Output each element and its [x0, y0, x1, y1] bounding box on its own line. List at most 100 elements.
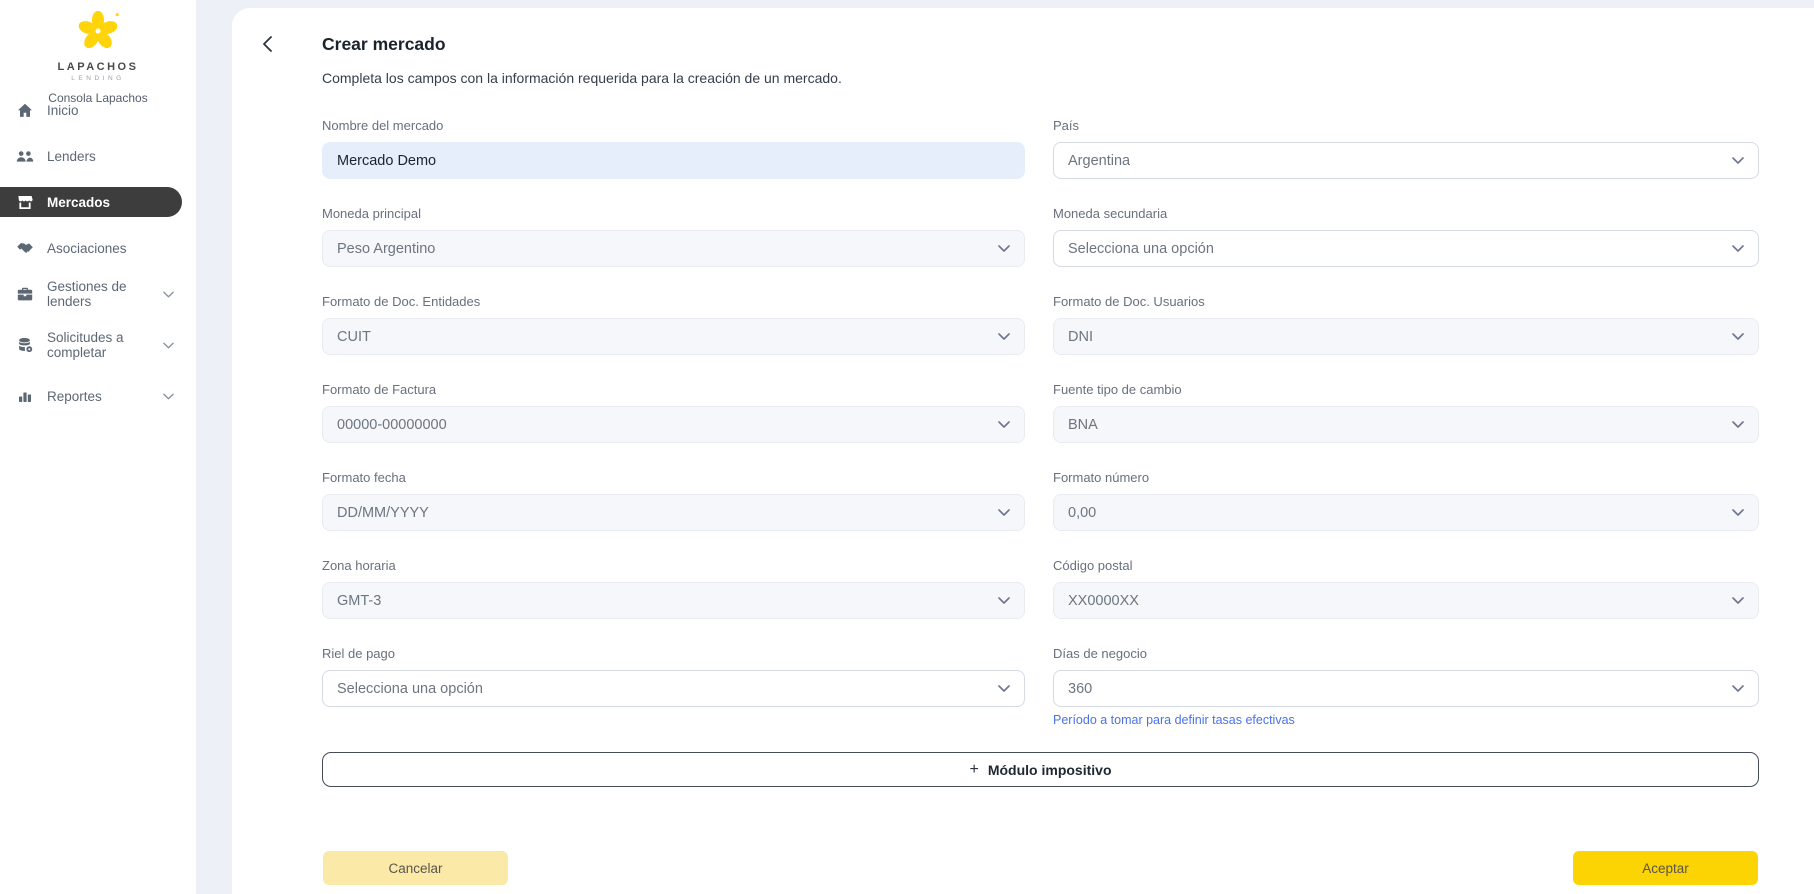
sidebar-item-asociaciones[interactable]: Asociaciones	[0, 233, 196, 263]
formato-de-doc-entidades-select[interactable]: CUIT	[322, 318, 1025, 355]
field-label: País	[1053, 118, 1759, 134]
sidebar-item-label: Gestiones de lenders	[47, 279, 150, 309]
add-tax-module-button[interactable]: + Módulo impositivo	[322, 752, 1759, 787]
field-value: Selecciona una opción	[337, 681, 483, 697]
accept-button[interactable]: Aceptar	[1573, 851, 1758, 885]
sidebar-item-label: Mercados	[47, 195, 110, 210]
moneda-principal-select[interactable]: Peso Argentino	[322, 230, 1025, 267]
field-label: Formato de Factura	[322, 382, 1025, 398]
fuente-tipo-de-cambio-select[interactable]: BNA	[1053, 406, 1759, 443]
field-value: 360	[1068, 681, 1092, 697]
sidebar-item-lenders[interactable]: Lenders	[0, 141, 196, 171]
chevron-down-icon	[1732, 143, 1744, 178]
field-label: Nombre del mercado	[322, 118, 1025, 134]
field-label: Formato de Doc. Entidades	[322, 294, 1025, 310]
sidebar-item-mercados[interactable]: Mercados	[0, 187, 182, 217]
field-label: Formato fecha	[322, 470, 1025, 486]
field-label: Formato número	[1053, 470, 1759, 486]
field-label: Código postal	[1053, 558, 1759, 574]
chevron-down-icon	[1732, 583, 1744, 618]
briefcase-icon	[16, 286, 34, 302]
sidebar-item-solicitudes-a-completar[interactable]: Solicitudes a completar	[0, 330, 196, 360]
brand-logo: LAPACHOS LENDING Consola Lapachos	[0, 0, 196, 105]
nombre-del-mercado-input[interactable]: Mercado Demo	[322, 142, 1025, 179]
codigo-postal-select[interactable]: XX0000XX	[1053, 582, 1759, 619]
field-value: CUIT	[337, 329, 371, 345]
field-formato-numero: Formato número 0,00	[1053, 470, 1759, 531]
add-tax-module-label: Módulo impositivo	[988, 762, 1112, 778]
brand-name: LAPACHOS	[0, 61, 196, 73]
sidebar-item-label: Solicitudes a completar	[47, 330, 150, 360]
flower-icon	[75, 41, 121, 58]
dias-de-negocio-select[interactable]: 360	[1053, 670, 1759, 707]
field-value: Argentina	[1068, 153, 1130, 169]
field-label: Riel de pago	[322, 646, 1025, 662]
sidebar-item-label: Asociaciones	[47, 241, 127, 256]
field-value: XX0000XX	[1068, 593, 1139, 609]
sidebar-item-label: Inicio	[47, 103, 79, 118]
market-form: Nombre del mercado Mercado Demo País Arg…	[322, 118, 1759, 727]
chevron-down-icon	[163, 393, 196, 400]
formato-fecha-select[interactable]: DD/MM/YYYY	[322, 494, 1025, 531]
cancel-button[interactable]: Cancelar	[323, 851, 508, 885]
chevron-down-icon	[998, 231, 1010, 266]
brand-tagline: LENDING	[0, 75, 196, 82]
field-formato-de-factura: Formato de Factura 00000-00000000	[322, 382, 1025, 443]
sidebar-item-gestiones-de-lenders[interactable]: Gestiones de lenders	[0, 279, 196, 309]
field-fuente-tipo-de-cambio: Fuente tipo de cambio BNA	[1053, 382, 1759, 443]
formato-de-factura-select[interactable]: 00000-00000000	[322, 406, 1025, 443]
field-label: Moneda principal	[322, 206, 1025, 222]
formato-de-doc-usuarios-select[interactable]: DNI	[1053, 318, 1759, 355]
field-value: Mercado Demo	[337, 153, 436, 169]
chevron-down-icon	[1732, 671, 1744, 706]
create-market-panel: Crear mercado Completa los campos con la…	[232, 8, 1814, 894]
formato-numero-select[interactable]: 0,00	[1053, 494, 1759, 531]
chevron-left-icon	[263, 36, 272, 55]
home-icon	[16, 102, 34, 118]
chevron-down-icon	[1732, 231, 1744, 266]
chevron-down-icon	[998, 671, 1010, 706]
field-riel-de-pago: Riel de pago Selecciona una opción	[322, 646, 1025, 727]
field-value: DD/MM/YYYY	[337, 505, 429, 521]
field-nombre-del-mercado: Nombre del mercado Mercado Demo	[322, 118, 1025, 179]
riel-de-pago-select[interactable]: Selecciona una opción	[322, 670, 1025, 707]
database-icon	[16, 337, 34, 353]
chevron-down-icon	[998, 319, 1010, 354]
sidebar-item-label: Lenders	[47, 149, 96, 164]
field-label: Días de negocio	[1053, 646, 1759, 662]
field-formato-fecha: Formato fecha DD/MM/YYYY	[322, 470, 1025, 531]
chevron-down-icon	[1732, 495, 1744, 530]
zona-horaria-select[interactable]: GMT-3	[322, 582, 1025, 619]
sidebar-item-reportes[interactable]: Reportes	[0, 381, 196, 411]
field-value: 0,00	[1068, 505, 1096, 521]
field-value: GMT-3	[337, 593, 381, 609]
field-formato-de-doc-usuarios: Formato de Doc. Usuarios DNI	[1053, 294, 1759, 355]
chevron-down-icon	[163, 342, 196, 349]
field-value: Selecciona una opción	[1068, 241, 1214, 257]
plus-icon: +	[970, 761, 979, 779]
chevron-down-icon	[998, 583, 1010, 618]
sidebar-nav: Inicio Lenders Mercados Asociaciones Ges…	[0, 95, 196, 432]
page-subtitle: Completa los campos con la información r…	[322, 70, 842, 86]
field-formato-de-doc-entidades: Formato de Doc. Entidades CUIT	[322, 294, 1025, 355]
sidebar-item-inicio[interactable]: Inicio	[0, 95, 196, 125]
chevron-down-icon	[1732, 407, 1744, 442]
field-value: Peso Argentino	[337, 241, 435, 257]
field-label: Moneda secundaria	[1053, 206, 1759, 222]
field-moneda-secundaria: Moneda secundaria Selecciona una opción	[1053, 206, 1759, 267]
chevron-down-icon	[163, 291, 196, 298]
sidebar: LAPACHOS LENDING Consola Lapachos Inicio…	[0, 0, 196, 894]
chevron-down-icon	[998, 407, 1010, 442]
field-label: Zona horaria	[322, 558, 1025, 574]
field-value: DNI	[1068, 329, 1093, 345]
back-button[interactable]	[256, 34, 278, 56]
users-icon	[16, 148, 34, 164]
sidebar-item-label: Reportes	[47, 389, 102, 404]
dias-de-negocio-helper-text: Período a tomar para definir tasas efect…	[1053, 713, 1759, 727]
moneda-secundaria-select[interactable]: Selecciona una opción	[1053, 230, 1759, 267]
field-dias-de-negocio: Días de negocio 360 Período a tomar para…	[1053, 646, 1759, 727]
field-zona-horaria: Zona horaria GMT-3	[322, 558, 1025, 619]
field-label: Formato de Doc. Usuarios	[1053, 294, 1759, 310]
pais-select[interactable]: Argentina	[1053, 142, 1759, 179]
store-icon	[16, 194, 34, 210]
